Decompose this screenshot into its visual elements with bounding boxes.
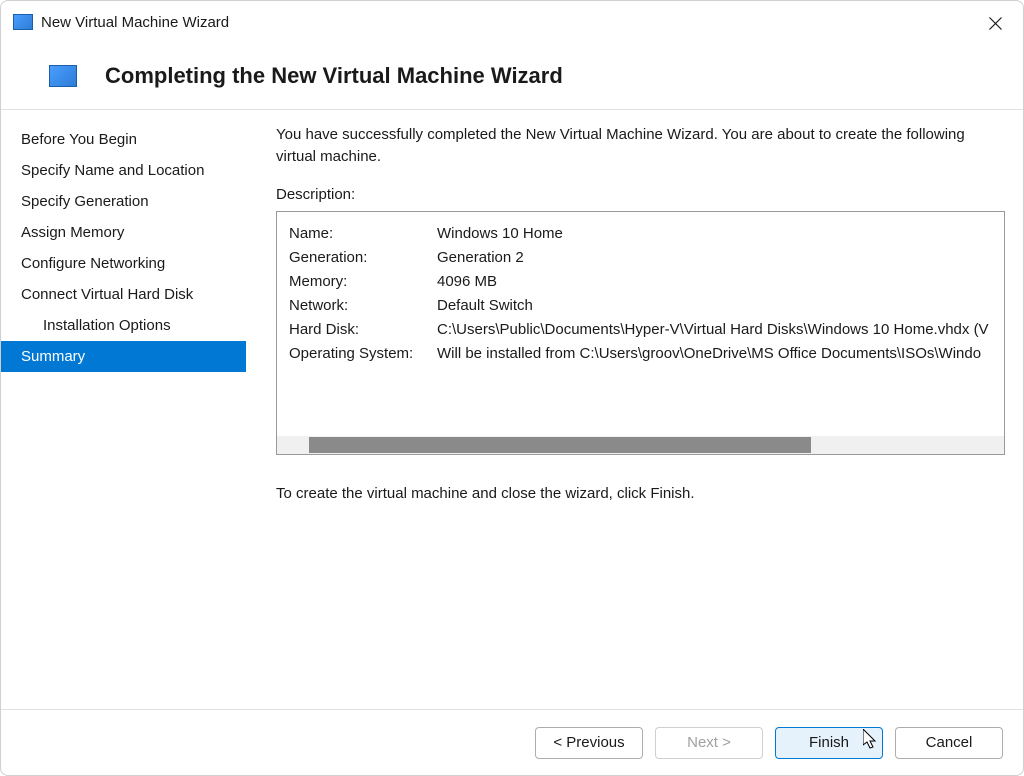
title-bar: New Virtual Machine Wizard (1, 1, 1023, 43)
finish-button[interactable]: Finish (775, 727, 883, 759)
description-content: Name: Windows 10 Home Generation: Genera… (277, 212, 1004, 376)
horizontal-scrollbar[interactable] (277, 436, 1004, 454)
desc-label: Name: (289, 222, 437, 246)
desc-row-generation: Generation: Generation 2 (289, 246, 992, 270)
app-icon (13, 14, 33, 30)
finish-instruction: To create the virtual machine and close … (276, 485, 1005, 502)
wizard-step-sidebar: Before You Begin Specify Name and Locati… (1, 110, 246, 659)
desc-label: Memory: (289, 270, 437, 294)
sidebar-item-before-you-begin[interactable]: Before You Begin (1, 124, 246, 155)
desc-label: Network: (289, 294, 437, 318)
content-row: Before You Begin Specify Name and Locati… (1, 109, 1023, 659)
desc-row-hard-disk: Hard Disk: C:\Users\Public\Documents\Hyp… (289, 318, 992, 342)
desc-row-memory: Memory: 4096 MB (289, 270, 992, 294)
sidebar-item-summary[interactable]: Summary (1, 341, 246, 372)
sidebar-item-specify-generation[interactable]: Specify Generation (1, 186, 246, 217)
wizard-icon (49, 65, 77, 87)
sidebar-item-connect-hard-disk[interactable]: Connect Virtual Hard Disk (1, 279, 246, 310)
close-button[interactable] (979, 9, 1011, 37)
sidebar-item-specify-name[interactable]: Specify Name and Location (1, 155, 246, 186)
previous-button[interactable]: < Previous (535, 727, 643, 759)
desc-row-network: Network: Default Switch (289, 294, 992, 318)
footer-bar: < Previous Next > Finish Cancel (1, 709, 1023, 775)
desc-label: Generation: (289, 246, 437, 270)
window-title: New Virtual Machine Wizard (41, 14, 229, 31)
scrollbar-thumb[interactable] (309, 437, 811, 453)
description-box: Name: Windows 10 Home Generation: Genera… (276, 211, 1005, 455)
desc-value: Windows 10 Home (437, 222, 563, 246)
close-icon (989, 17, 1002, 30)
desc-value: 4096 MB (437, 270, 497, 294)
desc-label: Operating System: (289, 342, 437, 366)
desc-row-name: Name: Windows 10 Home (289, 222, 992, 246)
cancel-button[interactable]: Cancel (895, 727, 1003, 759)
desc-value: Default Switch (437, 294, 533, 318)
desc-label: Hard Disk: (289, 318, 437, 342)
main-content: You have successfully completed the New … (246, 110, 1023, 659)
desc-row-os: Operating System: Will be installed from… (289, 342, 992, 366)
description-label: Description: (276, 186, 1005, 203)
desc-value: Will be installed from C:\Users\groov\On… (437, 342, 981, 366)
desc-value: C:\Users\Public\Documents\Hyper-V\Virtua… (437, 318, 989, 342)
sidebar-item-assign-memory[interactable]: Assign Memory (1, 217, 246, 248)
sidebar-item-installation-options[interactable]: Installation Options (1, 310, 246, 341)
sidebar-item-configure-networking[interactable]: Configure Networking (1, 248, 246, 279)
next-button: Next > (655, 727, 763, 759)
page-title: Completing the New Virtual Machine Wizar… (105, 63, 563, 89)
intro-text: You have successfully completed the New … (276, 124, 1005, 168)
desc-value: Generation 2 (437, 246, 524, 270)
header-section: Completing the New Virtual Machine Wizar… (1, 43, 1023, 109)
